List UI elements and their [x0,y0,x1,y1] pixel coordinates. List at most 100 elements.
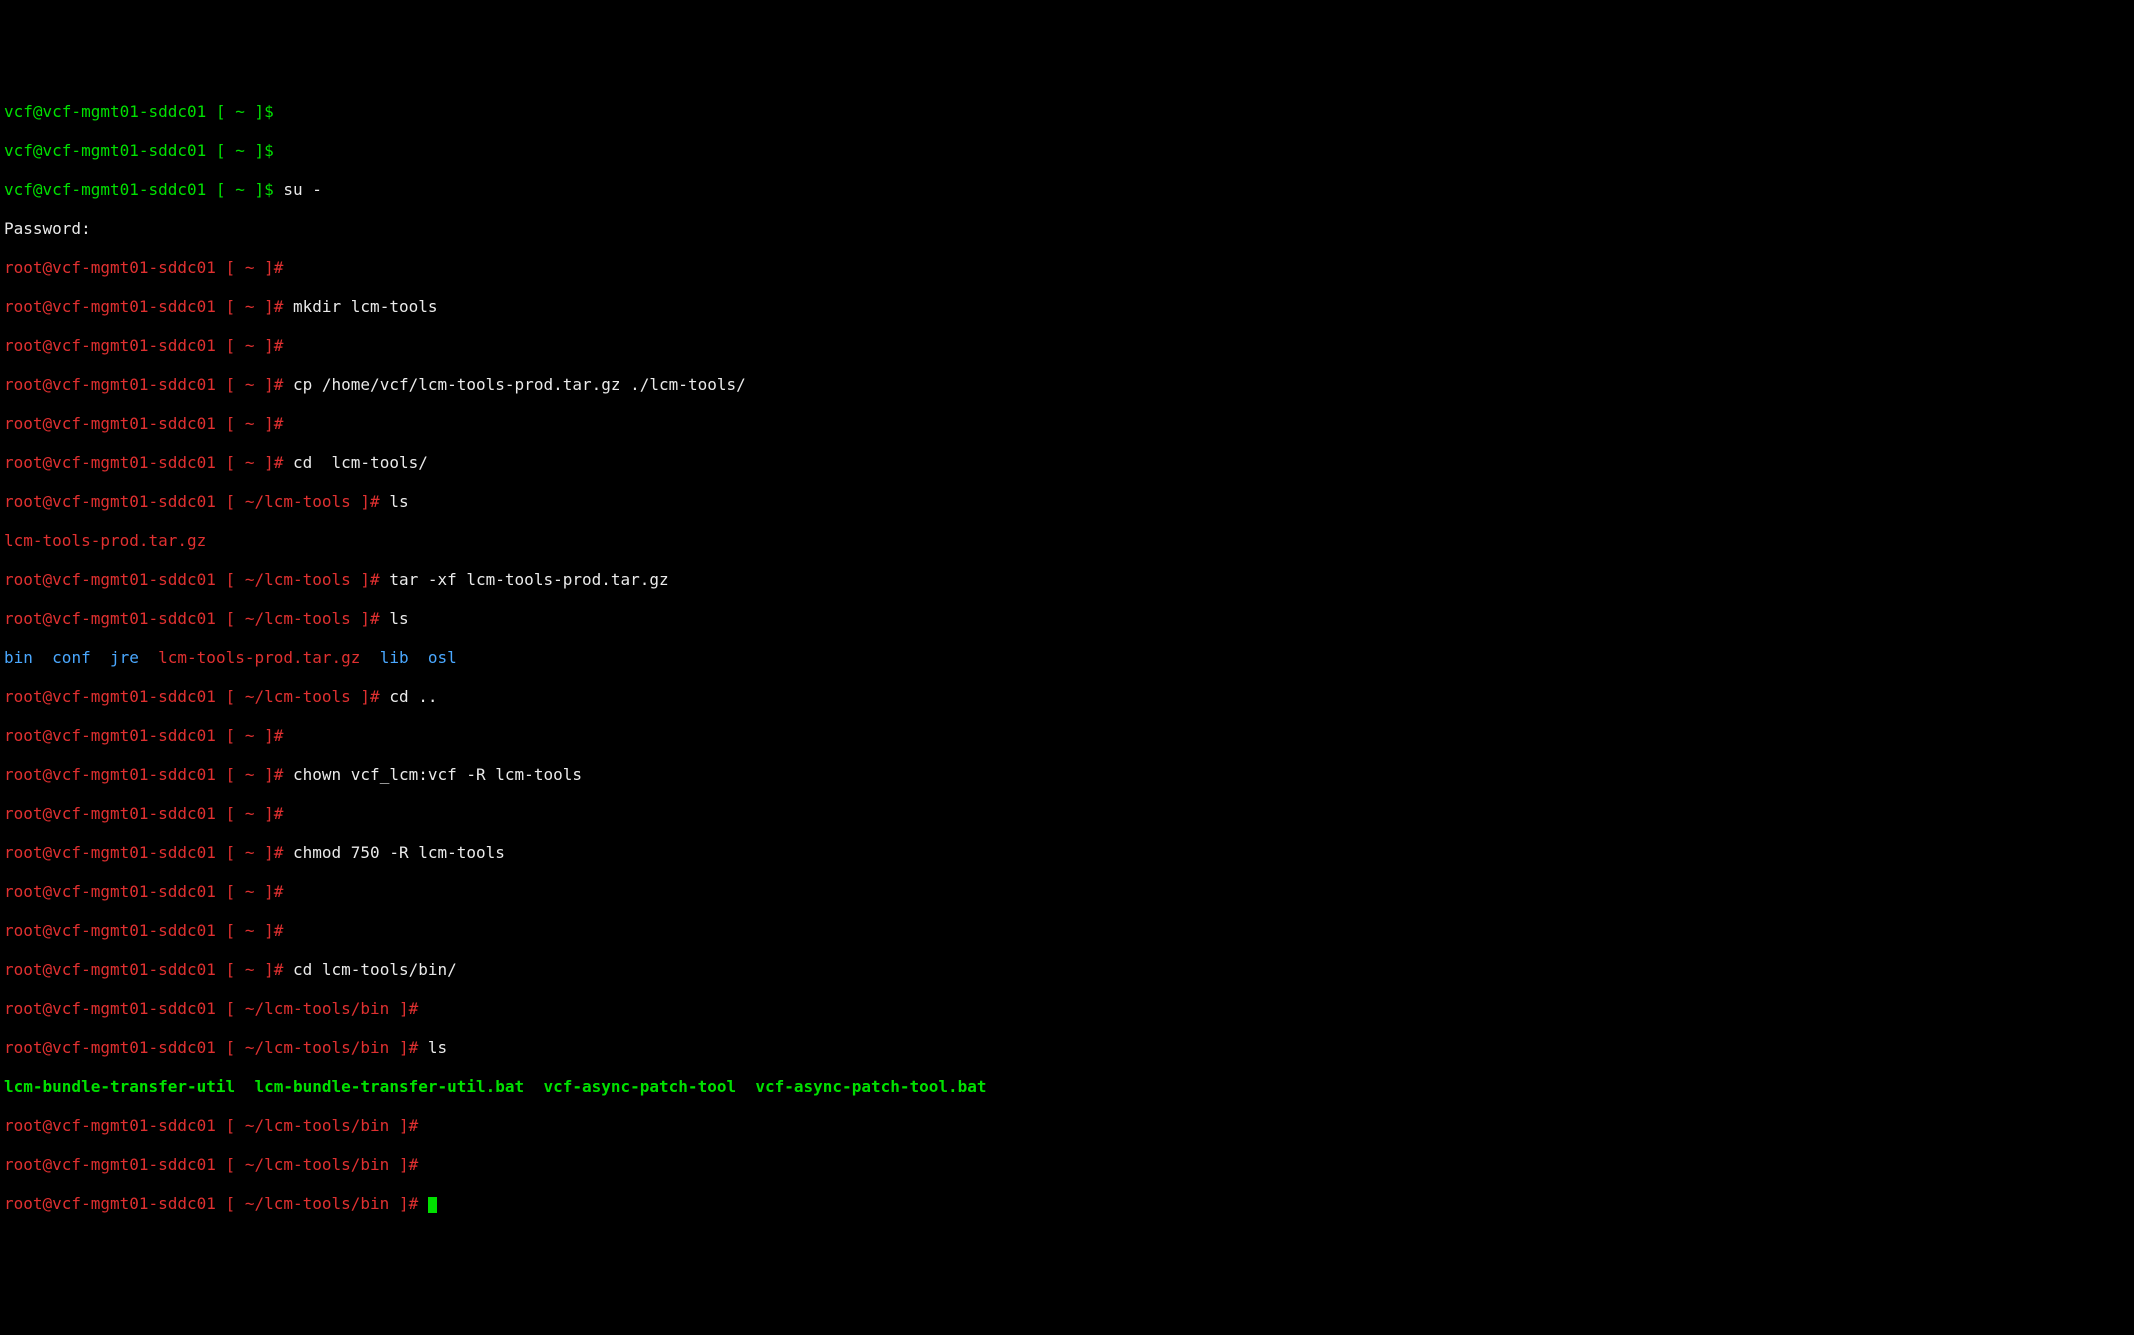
command: su - [274,180,322,199]
prompt-marker: # [274,765,284,784]
line: root@vcf-mgmt01-sddc01 [ ~ ]# [4,258,2130,278]
line: root@vcf-mgmt01-sddc01 [ ~ ]# chown vcf_… [4,765,2130,785]
prompt-marker: # [274,258,284,277]
ls-output: lcm-bundle-transfer-util lcm-bundle-tran… [4,1077,2130,1097]
exec-file: lcm-bundle-transfer-util.bat [254,1077,524,1096]
prompt-user: root@vcf-mgmt01-sddc01 [4,804,216,823]
prompt-path: [ ~/lcm-tools ] [216,492,370,511]
prompt-marker: # [274,375,284,394]
prompt-user: root@vcf-mgmt01-sddc01 [4,1038,216,1057]
prompt-path: [ ~ ] [206,102,264,121]
prompt-path: [ ~ ] [206,141,264,160]
prompt-user: root@vcf-mgmt01-sddc01 [4,453,216,472]
prompt-path: [ ~/lcm-tools/bin ] [216,1038,409,1057]
prompt-path: [ ~ ] [216,726,274,745]
prompt-path: [ ~ ] [216,336,274,355]
prompt-path: [ ~ ] [216,375,274,394]
prompt-path: [ ~ ] [216,258,274,277]
prompt-path: [ ~ ] [216,297,274,316]
line: root@vcf-mgmt01-sddc01 [ ~ ]# [4,336,2130,356]
dir-osl: osl [428,648,457,667]
prompt-marker: $ [264,141,274,160]
prompt-path: [ ~ ] [216,960,274,979]
prompt-user: root@vcf-mgmt01-sddc01 [4,765,216,784]
prompt-path: [ ~ ] [206,180,264,199]
prompt-user: root@vcf-mgmt01-sddc01 [4,843,216,862]
command: cd lcm-tools/bin/ [283,960,456,979]
command: chmod 750 -R lcm-tools [283,843,505,862]
line: vcf@vcf-mgmt01-sddc01 [ ~ ]$ [4,141,2130,161]
exec-file: lcm-bundle-transfer-util [4,1077,235,1096]
prompt-user: root@vcf-mgmt01-sddc01 [4,921,216,940]
file-tar: lcm-tools-prod.tar.gz [158,648,360,667]
dir-bin: bin [4,648,33,667]
prompt-marker: # [370,687,380,706]
line: root@vcf-mgmt01-sddc01 [ ~ ]# cp /home/v… [4,375,2130,395]
prompt-user: root@vcf-mgmt01-sddc01 [4,414,216,433]
line: root@vcf-mgmt01-sddc01 [ ~ ]# [4,921,2130,941]
command: ls [418,1038,447,1057]
command: tar -xf lcm-tools-prod.tar.gz [380,570,669,589]
cursor [428,1197,438,1213]
prompt-path: [ ~/lcm-tools ] [216,570,370,589]
exec-file: vcf-async-patch-tool [543,1077,736,1096]
prompt-user: root@vcf-mgmt01-sddc01 [4,492,216,511]
prompt-user: root@vcf-mgmt01-sddc01 [4,726,216,745]
line: root@vcf-mgmt01-sddc01 [ ~ ]# [4,804,2130,824]
line: root@vcf-mgmt01-sddc01 [ ~/lcm-tools ]# … [4,492,2130,512]
line: root@vcf-mgmt01-sddc01 [ ~ ]# cd lcm-too… [4,453,2130,473]
prompt-path: [ ~/lcm-tools/bin ] [216,999,409,1018]
prompt-user: vcf@vcf-mgmt01-sddc01 [4,180,206,199]
prompt-marker: # [370,492,380,511]
prompt-marker: # [274,882,284,901]
prompt-marker: # [370,570,380,589]
prompt-user: root@vcf-mgmt01-sddc01 [4,609,216,628]
prompt-user: root@vcf-mgmt01-sddc01 [4,1155,216,1174]
line: root@vcf-mgmt01-sddc01 [ ~/lcm-tools/bin… [4,1116,2130,1136]
prompt-user: root@vcf-mgmt01-sddc01 [4,570,216,589]
prompt-marker: # [274,960,284,979]
prompt-marker: # [409,1194,419,1213]
prompt-user: root@vcf-mgmt01-sddc01 [4,999,216,1018]
prompt-user: root@vcf-mgmt01-sddc01 [4,882,216,901]
prompt-marker: # [274,453,284,472]
command: cp /home/vcf/lcm-tools-prod.tar.gz ./lcm… [283,375,745,394]
prompt-user: root@vcf-mgmt01-sddc01 [4,336,216,355]
prompt-marker: # [370,609,380,628]
dir-jre: jre [110,648,139,667]
prompt-user: root@vcf-mgmt01-sddc01 [4,687,216,706]
command: cd .. [380,687,438,706]
prompt-marker: # [274,336,284,355]
prompt-marker: $ [264,102,274,121]
prompt-user: root@vcf-mgmt01-sddc01 [4,297,216,316]
dir-conf: conf [52,648,91,667]
prompt-marker: $ [264,180,274,199]
line: root@vcf-mgmt01-sddc01 [ ~ ]# cd lcm-too… [4,960,2130,980]
line: root@vcf-mgmt01-sddc01 [ ~ ]# [4,882,2130,902]
prompt-path: [ ~/lcm-tools/bin ] [216,1116,409,1135]
exec-file: vcf-async-patch-tool.bat [755,1077,986,1096]
prompt-path: [ ~/lcm-tools/bin ] [216,1155,409,1174]
command: ls [380,609,409,628]
ls-output: lcm-tools-prod.tar.gz [4,531,2130,551]
prompt-path: [ ~ ] [216,765,274,784]
prompt-path: [ ~ ] [216,843,274,862]
line: root@vcf-mgmt01-sddc01 [ ~/lcm-tools/bin… [4,1155,2130,1175]
prompt-user: root@vcf-mgmt01-sddc01 [4,1194,216,1213]
prompt-path: [ ~/lcm-tools/bin ] [216,1194,409,1213]
prompt-marker: # [274,804,284,823]
dir-lib: lib [380,648,409,667]
prompt-marker: # [274,843,284,862]
prompt-marker: # [409,1116,419,1135]
command: chown vcf_lcm:vcf -R lcm-tools [283,765,582,784]
line: vcf@vcf-mgmt01-sddc01 [ ~ ]$ su - [4,180,2130,200]
prompt-path: [ ~ ] [216,921,274,940]
prompt-marker: # [274,921,284,940]
line: root@vcf-mgmt01-sddc01 [ ~/lcm-tools ]# … [4,570,2130,590]
ls-output: bin conf jre lcm-tools-prod.tar.gz lib o… [4,648,2130,668]
prompt-marker: # [274,726,284,745]
prompt-user: root@vcf-mgmt01-sddc01 [4,1116,216,1135]
terminal-output[interactable]: vcf@vcf-mgmt01-sddc01 [ ~ ]$ vcf@vcf-mgm… [4,82,2130,1233]
prompt-marker: # [274,414,284,433]
prompt-marker: # [409,999,419,1018]
